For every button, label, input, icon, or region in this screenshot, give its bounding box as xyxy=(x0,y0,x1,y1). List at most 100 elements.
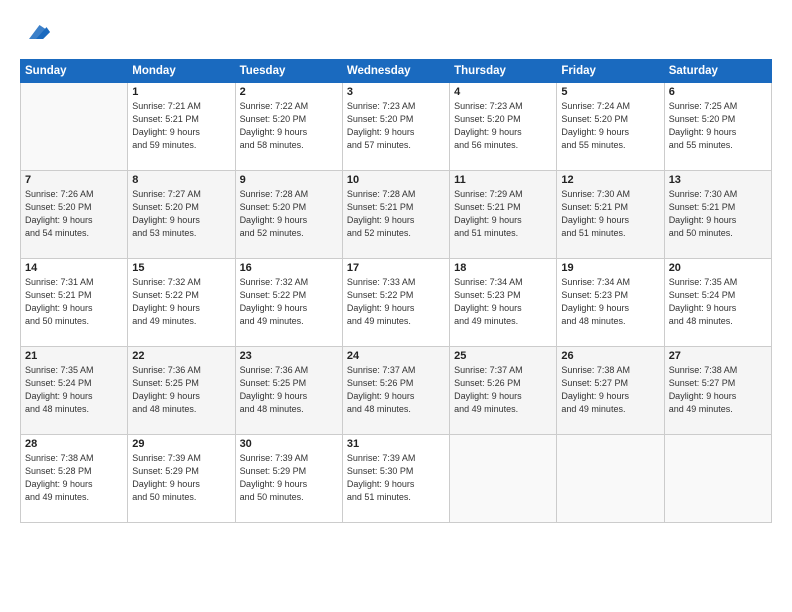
day-info: Sunrise: 7:21 AM Sunset: 5:21 PM Dayligh… xyxy=(132,100,230,152)
calendar-day-16: 16 Sunrise: 7:32 AM Sunset: 5:22 PM Dayli… xyxy=(235,259,342,347)
day-number: 18 xyxy=(454,262,552,274)
calendar-empty-cell xyxy=(664,435,771,523)
calendar-day-14: 14 Sunrise: 7:31 AM Sunset: 5:21 PM Dayli… xyxy=(21,259,128,347)
day-info: Sunrise: 7:37 AM Sunset: 5:26 PM Dayligh… xyxy=(347,364,445,416)
calendar-day-12: 12 Sunrise: 7:30 AM Sunset: 5:21 PM Dayli… xyxy=(557,171,664,259)
calendar-day-18: 18 Sunrise: 7:34 AM Sunset: 5:23 PM Dayli… xyxy=(450,259,557,347)
day-info: Sunrise: 7:35 AM Sunset: 5:24 PM Dayligh… xyxy=(25,364,123,416)
day-info: Sunrise: 7:25 AM Sunset: 5:20 PM Dayligh… xyxy=(669,100,767,152)
day-info: Sunrise: 7:39 AM Sunset: 5:29 PM Dayligh… xyxy=(132,452,230,504)
calendar-week-row: 21 Sunrise: 7:35 AM Sunset: 5:24 PM Dayli… xyxy=(21,347,772,435)
day-number: 11 xyxy=(454,174,552,186)
weekday-header-wednesday: Wednesday xyxy=(342,60,449,83)
day-number: 7 xyxy=(25,174,123,186)
day-number: 4 xyxy=(454,86,552,98)
calendar-day-1: 1Sunrise: 7:21 AM Sunset: 5:21 PM Daylig… xyxy=(128,83,235,171)
day-number: 30 xyxy=(240,438,338,450)
calendar-day-28: 28 Sunrise: 7:38 AM Sunset: 5:28 PM Dayli… xyxy=(21,435,128,523)
logo-icon xyxy=(22,18,50,46)
calendar-week-row: 7 Sunrise: 7:26 AM Sunset: 5:20 PM Daylig… xyxy=(21,171,772,259)
day-number: 15 xyxy=(132,262,230,274)
calendar-day-21: 21 Sunrise: 7:35 AM Sunset: 5:24 PM Dayli… xyxy=(21,347,128,435)
calendar-day-24: 24 Sunrise: 7:37 AM Sunset: 5:26 PM Dayli… xyxy=(342,347,449,435)
day-number: 24 xyxy=(347,350,445,362)
day-number: 27 xyxy=(669,350,767,362)
calendar-day-31: 31 Sunrise: 7:39 AM Sunset: 5:30 PM Dayli… xyxy=(342,435,449,523)
calendar-empty-cell xyxy=(21,83,128,171)
calendar-day-20: 20 Sunrise: 7:35 AM Sunset: 5:24 PM Dayli… xyxy=(664,259,771,347)
calendar-day-10: 10 Sunrise: 7:28 AM Sunset: 5:21 PM Dayli… xyxy=(342,171,449,259)
day-number: 10 xyxy=(347,174,445,186)
calendar-day-8: 8 Sunrise: 7:27 AM Sunset: 5:20 PM Daylig… xyxy=(128,171,235,259)
day-number: 5 xyxy=(561,86,659,98)
day-info: Sunrise: 7:26 AM Sunset: 5:20 PM Dayligh… xyxy=(25,188,123,240)
weekday-header-monday: Monday xyxy=(128,60,235,83)
weekday-header-sunday: Sunday xyxy=(21,60,128,83)
day-number: 21 xyxy=(25,350,123,362)
header xyxy=(20,18,772,51)
calendar-day-2: 2 Sunrise: 7:22 AM Sunset: 5:20 PM Daylig… xyxy=(235,83,342,171)
day-number: 22 xyxy=(132,350,230,362)
calendar-day-5: 5 Sunrise: 7:24 AM Sunset: 5:20 PM Daylig… xyxy=(557,83,664,171)
calendar-empty-cell xyxy=(557,435,664,523)
calendar-day-29: 29Sunrise: 7:39 AM Sunset: 5:29 PM Dayli… xyxy=(128,435,235,523)
calendar-week-row: 14 Sunrise: 7:31 AM Sunset: 5:21 PM Dayli… xyxy=(21,259,772,347)
day-info: Sunrise: 7:31 AM Sunset: 5:21 PM Dayligh… xyxy=(25,276,123,328)
day-info: Sunrise: 7:36 AM Sunset: 5:25 PM Dayligh… xyxy=(132,364,230,416)
weekday-header-friday: Friday xyxy=(557,60,664,83)
calendar-header-row: SundayMondayTuesdayWednesdayThursdayFrid… xyxy=(21,60,772,83)
day-number: 14 xyxy=(25,262,123,274)
day-info: Sunrise: 7:35 AM Sunset: 5:24 PM Dayligh… xyxy=(669,276,767,328)
calendar-table: SundayMondayTuesdayWednesdayThursdayFrid… xyxy=(20,59,772,523)
calendar-day-11: 11 Sunrise: 7:29 AM Sunset: 5:21 PM Dayli… xyxy=(450,171,557,259)
day-info: Sunrise: 7:32 AM Sunset: 5:22 PM Dayligh… xyxy=(240,276,338,328)
day-number: 26 xyxy=(561,350,659,362)
day-number: 6 xyxy=(669,86,767,98)
day-number: 12 xyxy=(561,174,659,186)
day-info: Sunrise: 7:34 AM Sunset: 5:23 PM Dayligh… xyxy=(561,276,659,328)
day-number: 2 xyxy=(240,86,338,98)
calendar-week-row: 28 Sunrise: 7:38 AM Sunset: 5:28 PM Dayli… xyxy=(21,435,772,523)
weekday-header-tuesday: Tuesday xyxy=(235,60,342,83)
logo xyxy=(20,18,50,51)
day-info: Sunrise: 7:28 AM Sunset: 5:20 PM Dayligh… xyxy=(240,188,338,240)
calendar-day-17: 17 Sunrise: 7:33 AM Sunset: 5:22 PM Dayli… xyxy=(342,259,449,347)
calendar-day-22: 22 Sunrise: 7:36 AM Sunset: 5:25 PM Dayli… xyxy=(128,347,235,435)
calendar-day-19: 19 Sunrise: 7:34 AM Sunset: 5:23 PM Dayli… xyxy=(557,259,664,347)
day-info: Sunrise: 7:39 AM Sunset: 5:29 PM Dayligh… xyxy=(240,452,338,504)
day-info: Sunrise: 7:34 AM Sunset: 5:23 PM Dayligh… xyxy=(454,276,552,328)
day-info: Sunrise: 7:36 AM Sunset: 5:25 PM Dayligh… xyxy=(240,364,338,416)
day-number: 8 xyxy=(132,174,230,186)
day-number: 25 xyxy=(454,350,552,362)
calendar-day-15: 15 Sunrise: 7:32 AM Sunset: 5:22 PM Dayli… xyxy=(128,259,235,347)
day-info: Sunrise: 7:38 AM Sunset: 5:27 PM Dayligh… xyxy=(669,364,767,416)
day-info: Sunrise: 7:33 AM Sunset: 5:22 PM Dayligh… xyxy=(347,276,445,328)
day-info: Sunrise: 7:22 AM Sunset: 5:20 PM Dayligh… xyxy=(240,100,338,152)
calendar-day-9: 9 Sunrise: 7:28 AM Sunset: 5:20 PM Daylig… xyxy=(235,171,342,259)
day-number: 13 xyxy=(669,174,767,186)
day-info: Sunrise: 7:28 AM Sunset: 5:21 PM Dayligh… xyxy=(347,188,445,240)
day-number: 19 xyxy=(561,262,659,274)
day-info: Sunrise: 7:38 AM Sunset: 5:27 PM Dayligh… xyxy=(561,364,659,416)
day-number: 9 xyxy=(240,174,338,186)
day-info: Sunrise: 7:23 AM Sunset: 5:20 PM Dayligh… xyxy=(347,100,445,152)
day-info: Sunrise: 7:23 AM Sunset: 5:20 PM Dayligh… xyxy=(454,100,552,152)
calendar-week-row: 1Sunrise: 7:21 AM Sunset: 5:21 PM Daylig… xyxy=(21,83,772,171)
day-info: Sunrise: 7:39 AM Sunset: 5:30 PM Dayligh… xyxy=(347,452,445,504)
weekday-header-saturday: Saturday xyxy=(664,60,771,83)
day-number: 20 xyxy=(669,262,767,274)
weekday-header-thursday: Thursday xyxy=(450,60,557,83)
day-info: Sunrise: 7:29 AM Sunset: 5:21 PM Dayligh… xyxy=(454,188,552,240)
day-number: 31 xyxy=(347,438,445,450)
day-info: Sunrise: 7:30 AM Sunset: 5:21 PM Dayligh… xyxy=(561,188,659,240)
day-info: Sunrise: 7:24 AM Sunset: 5:20 PM Dayligh… xyxy=(561,100,659,152)
day-info: Sunrise: 7:38 AM Sunset: 5:28 PM Dayligh… xyxy=(25,452,123,504)
day-number: 16 xyxy=(240,262,338,274)
day-number: 28 xyxy=(25,438,123,450)
calendar-day-30: 30 Sunrise: 7:39 AM Sunset: 5:29 PM Dayli… xyxy=(235,435,342,523)
day-number: 17 xyxy=(347,262,445,274)
day-info: Sunrise: 7:32 AM Sunset: 5:22 PM Dayligh… xyxy=(132,276,230,328)
calendar-day-3: 3Sunrise: 7:23 AM Sunset: 5:20 PM Daylig… xyxy=(342,83,449,171)
calendar-day-7: 7 Sunrise: 7:26 AM Sunset: 5:20 PM Daylig… xyxy=(21,171,128,259)
day-info: Sunrise: 7:27 AM Sunset: 5:20 PM Dayligh… xyxy=(132,188,230,240)
